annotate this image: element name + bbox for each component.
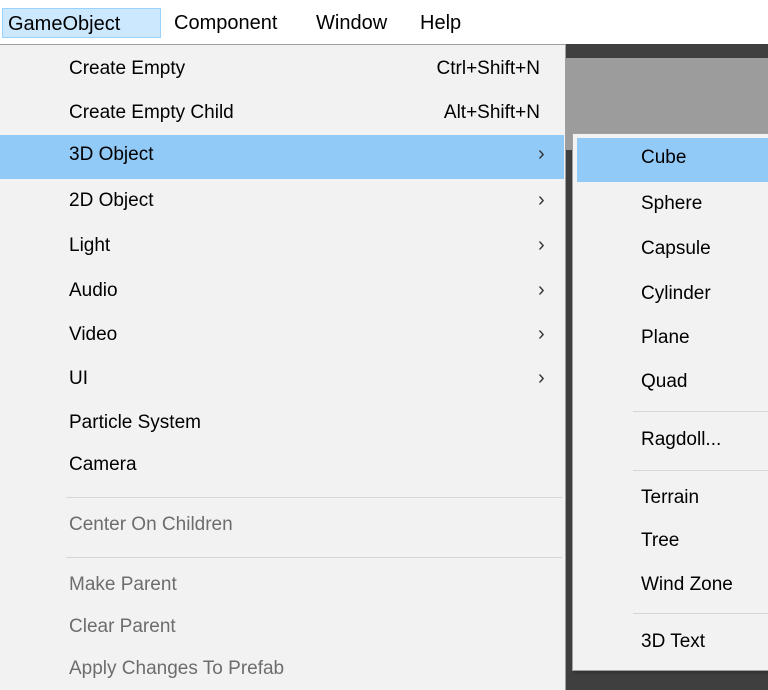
submenu-item-label: Cylinder: [641, 283, 711, 304]
submenu-item-label: 3D Text: [641, 631, 706, 652]
chevron-right-icon: ›: [538, 234, 545, 256]
menu-item-shortcut: Alt+Shift+N: [443, 102, 540, 123]
unity-editor-window: GameObject Component Window Help Create …: [0, 0, 768, 690]
menu-item-camera[interactable]: Camera: [0, 445, 564, 489]
menu-item-make-parent[interactable]: Make Parent: [0, 565, 564, 609]
menu-item-label: 2D Object: [69, 190, 154, 211]
submenu-separator: [633, 613, 768, 614]
submenu-item-sphere[interactable]: Sphere: [573, 184, 768, 228]
menu-item-label: Create Empty: [69, 58, 186, 79]
submenu-item-capsule[interactable]: Capsule: [573, 229, 768, 273]
menu-item-label: Light: [69, 235, 111, 256]
menu-item-create-empty[interactable]: Create Empty Ctrl+Shift+N: [0, 49, 564, 93]
menu-window[interactable]: Window: [311, 8, 413, 38]
menu-separator: [66, 557, 562, 558]
menu-item-center-on-children[interactable]: Center On Children: [0, 505, 564, 549]
submenu-item-label: Capsule: [641, 238, 711, 259]
menu-bar: GameObject Component Window Help: [0, 0, 768, 44]
submenu-item-label: Wind Zone: [641, 574, 733, 595]
menu-item-label: Video: [69, 324, 118, 345]
menu-gameobject[interactable]: GameObject: [2, 8, 161, 38]
menu-help[interactable]: Help: [415, 8, 479, 38]
submenu-item-label: Cube: [641, 147, 687, 168]
menu-item-create-empty-child[interactable]: Create Empty Child Alt+Shift+N: [0, 93, 564, 137]
submenu-item-label: Plane: [641, 327, 690, 348]
menu-item-audio[interactable]: Audio ›: [0, 271, 564, 315]
menu-item-label: Make Parent: [69, 574, 177, 595]
menu-separator: [66, 497, 562, 498]
menu-item-video[interactable]: Video ›: [0, 315, 564, 359]
submenu-item-terrain[interactable]: Terrain: [573, 478, 768, 522]
menu-item-label: Audio: [69, 280, 118, 301]
menu-item-2d-object[interactable]: 2D Object ›: [0, 181, 564, 225]
chevron-right-icon: ›: [538, 323, 545, 345]
menu-item-label: Clear Parent: [69, 616, 176, 637]
menu-item-3d-object[interactable]: 3D Object ›: [0, 135, 564, 179]
submenu-item-label: Ragdoll...: [641, 429, 722, 450]
submenu-item-cylinder[interactable]: Cylinder: [573, 274, 768, 318]
menu-item-light[interactable]: Light ›: [0, 226, 564, 270]
3d-object-submenu: Cube Sphere Capsule Cylinder Plane Quad …: [572, 133, 768, 671]
submenu-item-plane[interactable]: Plane: [573, 318, 768, 362]
menu-item-label: Particle System: [69, 412, 201, 433]
gameobject-dropdown-menu: Create Empty Ctrl+Shift+N Create Empty C…: [0, 44, 566, 690]
menu-item-ui[interactable]: UI ›: [0, 359, 564, 403]
submenu-item-quad[interactable]: Quad: [573, 362, 768, 406]
submenu-item-label: Terrain: [641, 487, 700, 508]
submenu-separator: [633, 411, 768, 412]
submenu-item-label: Quad: [641, 371, 688, 392]
menu-item-particle-system[interactable]: Particle System: [0, 403, 564, 447]
submenu-item-3d-text[interactable]: 3D Text: [573, 622, 768, 666]
chevron-right-icon: ›: [538, 143, 545, 165]
submenu-item-wind-zone[interactable]: Wind Zone: [573, 565, 768, 609]
chevron-right-icon: ›: [538, 189, 545, 211]
menu-item-label: Create Empty Child: [69, 102, 234, 123]
submenu-item-tree[interactable]: Tree: [573, 521, 768, 565]
menu-item-label: Apply Changes To Prefab: [69, 658, 285, 679]
submenu-item-ragdoll[interactable]: Ragdoll...: [573, 420, 768, 464]
menu-item-label: 3D Object: [69, 144, 154, 165]
submenu-item-label: Tree: [641, 530, 680, 551]
menu-item-clear-parent[interactable]: Clear Parent: [0, 607, 564, 651]
submenu-item-cube[interactable]: Cube: [577, 138, 768, 182]
menu-item-apply-changes-to-prefab[interactable]: Apply Changes To Prefab: [0, 649, 564, 690]
menu-item-shortcut: Ctrl+Shift+N: [436, 58, 540, 79]
menu-component[interactable]: Component: [169, 8, 307, 38]
submenu-item-label: Sphere: [641, 193, 703, 214]
menu-item-label: UI: [69, 368, 88, 389]
menu-item-label: Camera: [69, 454, 137, 475]
submenu-separator: [633, 470, 768, 471]
chevron-right-icon: ›: [538, 279, 545, 301]
menu-item-label: Center On Children: [69, 514, 233, 535]
chevron-right-icon: ›: [538, 367, 545, 389]
